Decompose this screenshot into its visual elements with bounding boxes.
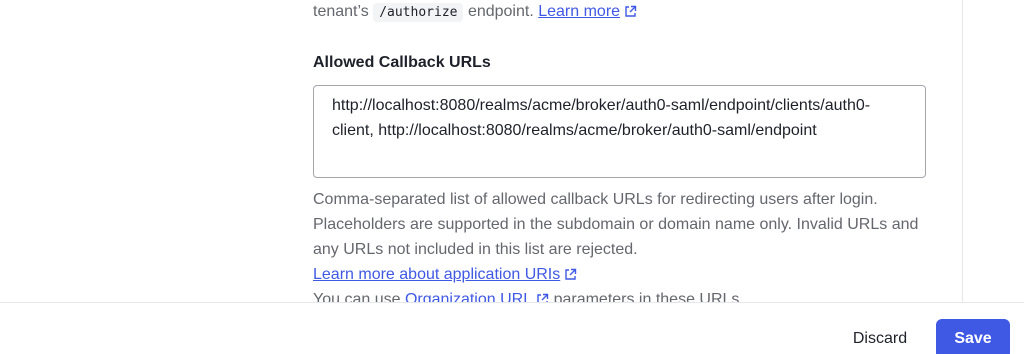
- application-uris-link-label: Learn more about application URIs: [313, 266, 561, 283]
- application-uris-link[interactable]: Learn more about application URIs: [313, 266, 577, 283]
- external-link-icon: [537, 293, 549, 302]
- organization-url-link-label: Organization URL: [404, 291, 533, 302]
- authorize-code: /authorize: [373, 3, 464, 22]
- application-uris-link-line: Learn more about application URIs: [313, 262, 927, 287]
- callback-urls-help: Comma-separated list of allowed callback…: [313, 187, 927, 302]
- discard-button[interactable]: Discard: [836, 319, 924, 354]
- org-suffix: parameters in these URLs.: [553, 291, 744, 302]
- allowed-callback-urls-label: Allowed Callback URLs: [313, 54, 491, 71]
- organization-url-link[interactable]: Organization URL: [405, 291, 549, 302]
- allowed-callback-urls-field[interactable]: http://localhost:8080/realms/acme/broker…: [313, 85, 926, 178]
- panel-divider: [962, 0, 963, 302]
- learn-more-link[interactable]: Learn more: [538, 3, 637, 20]
- application-settings-page: tenant’s /authorize endpoint. Learn more…: [0, 0, 1024, 354]
- external-link-icon: [625, 5, 637, 17]
- org-prefix: You can use: [313, 291, 401, 302]
- settings-content: tenant’s /authorize endpoint. Learn more…: [313, 0, 927, 302]
- save-button[interactable]: Save: [936, 319, 1010, 354]
- authorize-description: tenant’s /authorize endpoint. Learn more: [313, 0, 637, 25]
- organization-url-line: You can use Organization URL parameters …: [313, 287, 927, 302]
- description-suffix: endpoint.: [467, 3, 534, 20]
- learn-more-link-label: Learn more: [538, 3, 621, 20]
- description-prefix: tenant’s: [313, 3, 369, 20]
- external-link-icon: [565, 268, 577, 280]
- callback-help-text: Comma-separated list of allowed callback…: [313, 191, 919, 258]
- save-footer: Discard Save: [0, 302, 1024, 354]
